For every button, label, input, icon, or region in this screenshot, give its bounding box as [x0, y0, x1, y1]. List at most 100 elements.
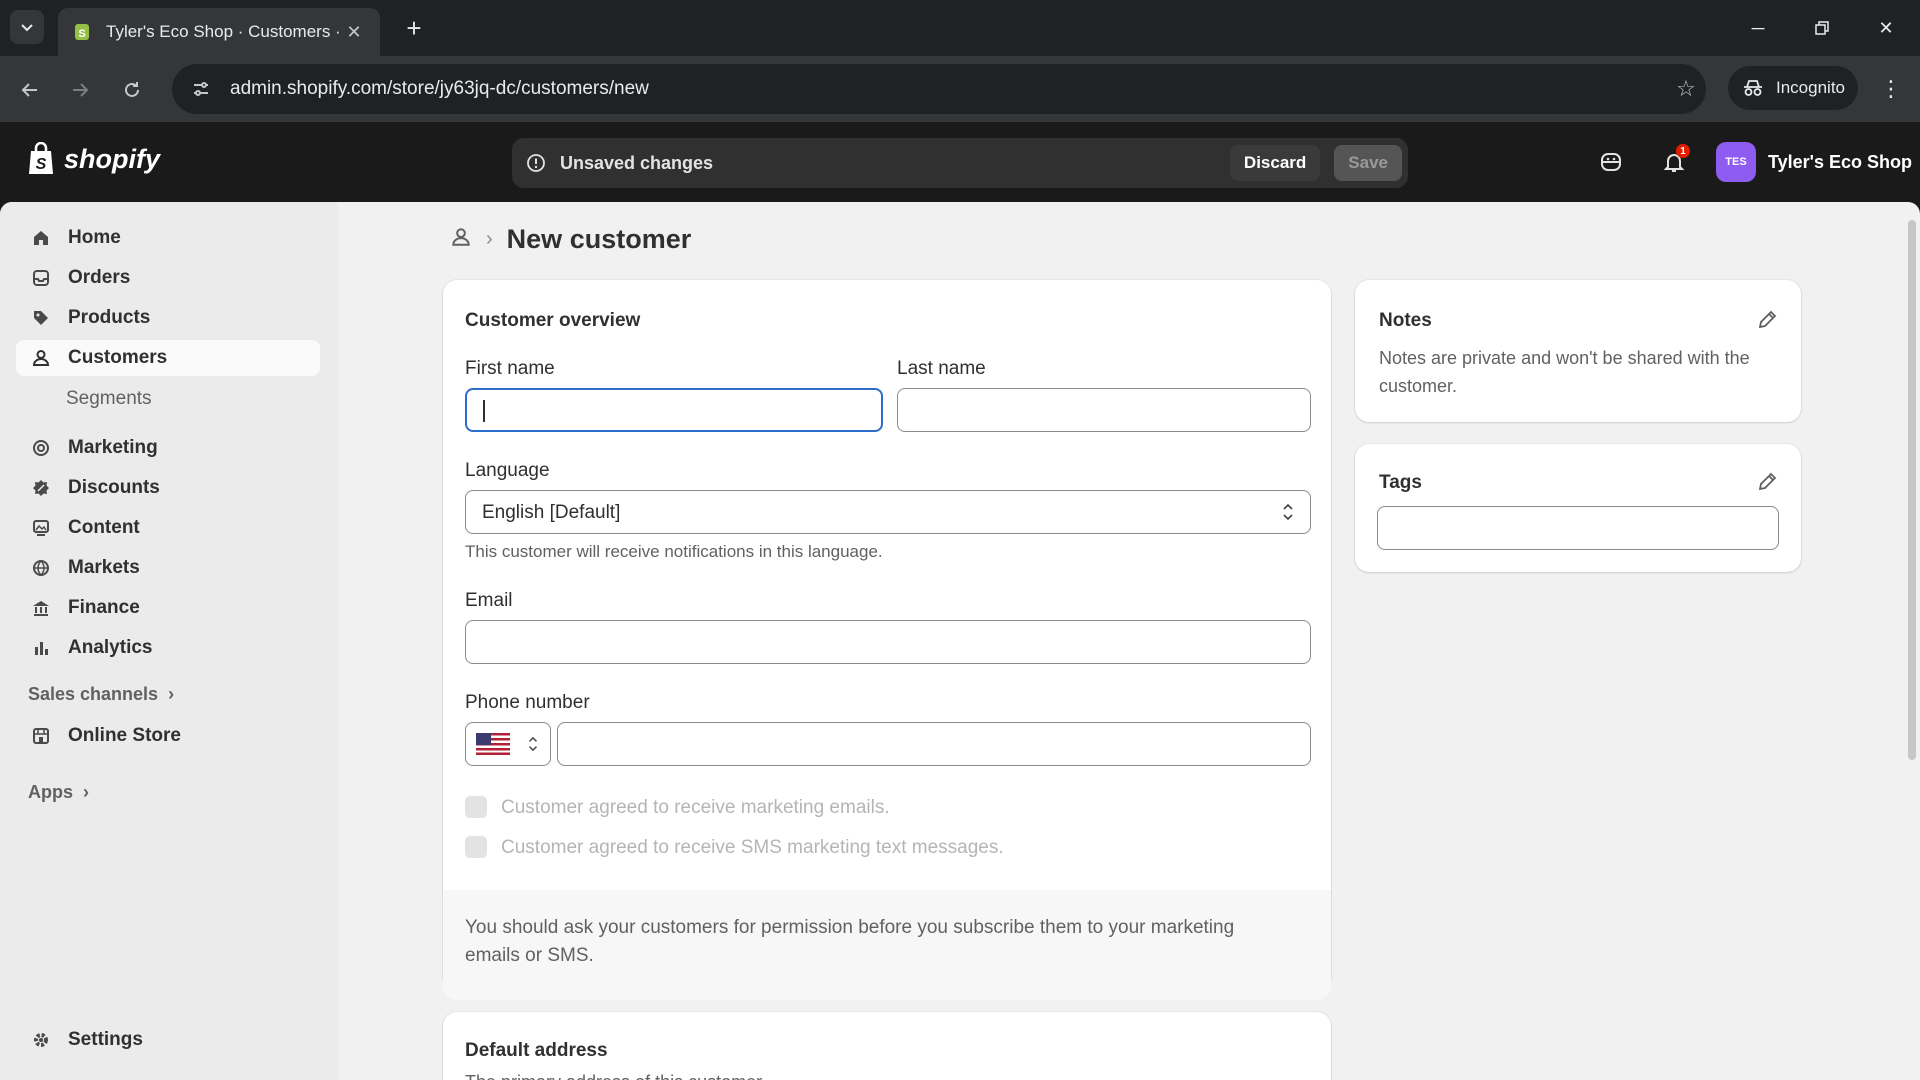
sidebar-item-label: Settings [68, 1029, 143, 1050]
tags-input[interactable] [1377, 506, 1779, 550]
address-bar[interactable]: admin.shopify.com/store/jy63jq-dc/custom… [172, 64, 1706, 114]
sidebar-item-discounts[interactable]: Discounts [16, 470, 320, 506]
url-text: admin.shopify.com/store/jy63jq-dc/custom… [230, 78, 649, 99]
notes-card: Notes Notes are private and won't be sha… [1355, 280, 1801, 422]
tab-title: Tyler's Eco Shop · Customers · N [106, 22, 342, 41]
target-icon [30, 437, 52, 459]
sidebar-item-online-store[interactable]: Online Store [16, 718, 320, 754]
apps-section[interactable]: Apps › [28, 782, 89, 803]
breadcrumb: › New customer [450, 224, 691, 255]
arrow-left-icon [21, 83, 37, 97]
sidebar-item-marketing[interactable]: Marketing [16, 430, 320, 466]
discard-button[interactable]: Discard [1229, 145, 1321, 181]
language-help-text: This customer will receive notifications… [465, 542, 883, 561]
minimize-button[interactable]: ─ [1726, 0, 1790, 56]
sidebar-item-customers[interactable]: Customers [16, 340, 320, 376]
default-address-card: Default address The primary address of t… [443, 1012, 1331, 1080]
default-address-subtitle: The primary address of this customer [465, 1072, 762, 1080]
select-chevron-icon [528, 736, 538, 752]
incognito-label: Incognito [1776, 78, 1845, 97]
sidebar-item-products[interactable]: Products [16, 300, 320, 336]
browser-tab[interactable]: S Tyler's Eco Shop · Customers · N ✕ [58, 8, 380, 56]
sales-channels-section[interactable]: Sales channels › [28, 684, 174, 705]
sidebar-item-markets[interactable]: Markets [16, 550, 320, 586]
reload-icon [125, 82, 139, 97]
person-icon [30, 347, 52, 369]
bookmark-star-icon[interactable]: ☆ [1666, 76, 1706, 102]
incognito-indicator[interactable]: Incognito [1728, 66, 1858, 110]
alert-circle-icon [527, 154, 545, 172]
phone-number-input[interactable] [557, 722, 1311, 766]
sidebar-item-label: Home [68, 227, 121, 248]
sidebar-item-segments[interactable]: Segments [66, 388, 152, 410]
store-menu[interactable]: TES Tyler's Eco Shop [1716, 142, 1912, 182]
save-button[interactable]: Save [1334, 145, 1402, 181]
text-cursor [483, 400, 485, 422]
shopify-topbar: S shopify Unsaved changes Discard Save 1… [0, 122, 1920, 202]
storefront-icon [30, 725, 52, 747]
sidebar-item-label: Customers [68, 347, 168, 368]
customer-overview-card: Customer overview First name Last name L… [443, 280, 1331, 1000]
tab-search-button[interactable] [10, 10, 44, 44]
sidebar-item-orders[interactable]: Orders [16, 260, 320, 296]
edit-pencil-icon[interactable] [1755, 308, 1779, 332]
marketing-sms-checkbox[interactable] [465, 836, 487, 858]
sidebar-item-label: Finance [68, 597, 140, 618]
reload-button[interactable] [114, 72, 150, 108]
edit-pencil-icon[interactable] [1755, 470, 1779, 494]
sidekick-icon [1601, 153, 1621, 171]
sidebar-item-finance[interactable]: Finance [16, 590, 320, 626]
discount-icon [30, 477, 52, 499]
arrow-right-icon [73, 83, 89, 97]
first-name-input[interactable] [465, 388, 883, 432]
new-tab-button[interactable]: + [398, 12, 430, 44]
close-tab-icon[interactable]: ✕ [342, 22, 366, 43]
sidebar-item-label: Markets [68, 557, 140, 578]
sidebar-item-analytics[interactable]: Analytics [16, 630, 320, 666]
shopify-wordmark: shopify [64, 143, 161, 174]
sidekick-button[interactable] [1593, 144, 1629, 180]
tags-title: Tags [1379, 472, 1422, 493]
last-name-label: Last name [897, 358, 986, 379]
sidebar-item-home[interactable]: Home [16, 220, 320, 256]
shopify-logo[interactable]: S shopify [26, 142, 160, 176]
language-value: English [Default] [482, 502, 621, 523]
country-code-select[interactable] [465, 722, 551, 766]
notifications-button[interactable]: 1 [1656, 144, 1692, 180]
tags-card: Tags [1355, 444, 1801, 572]
shopify-favicon-icon: S [75, 24, 89, 40]
notes-title: Notes [1379, 310, 1432, 331]
sidebar-nav: Home Orders Products Customers Segments … [0, 202, 338, 1080]
site-settings-icon[interactable] [186, 74, 216, 104]
language-label: Language [465, 460, 550, 481]
email-input[interactable] [465, 620, 1311, 664]
svg-text:S: S [78, 28, 85, 40]
chevron-right-icon: › [168, 684, 175, 704]
store-name: Tyler's Eco Shop [1768, 151, 1912, 172]
chevron-right-icon: › [83, 782, 89, 802]
unsaved-changes-message: Unsaved changes [560, 152, 714, 173]
language-select[interactable]: English [Default] [465, 490, 1311, 534]
forward-button[interactable] [62, 72, 98, 108]
sidebar-item-label: Analytics [68, 637, 153, 658]
browser-menu-icon[interactable]: ⋮ [1874, 72, 1908, 106]
phone-label: Phone number [465, 692, 590, 713]
customers-breadcrumb-icon[interactable] [450, 226, 472, 253]
home-icon [30, 227, 52, 249]
restore-button[interactable] [1790, 0, 1854, 56]
back-button[interactable] [12, 72, 48, 108]
sidebar-item-content[interactable]: Content [16, 510, 320, 546]
close-window-button[interactable]: ✕ [1854, 0, 1918, 56]
bar-chart-icon [30, 637, 52, 659]
sidebar-item-label: Marketing [68, 437, 158, 458]
page-scrollbar[interactable] [1908, 220, 1916, 760]
last-name-input[interactable] [897, 388, 1311, 432]
apps-label: Apps [28, 782, 73, 802]
marketing-email-checkbox[interactable] [465, 796, 487, 818]
marketing-email-label: Customer agreed to receive marketing ema… [501, 797, 890, 818]
breadcrumb-separator-icon: › [486, 228, 493, 250]
notification-badge: 1 [1676, 144, 1690, 158]
sidebar-item-settings[interactable]: Settings [16, 1022, 320, 1058]
content-icon [30, 517, 52, 539]
email-label: Email [465, 590, 513, 611]
